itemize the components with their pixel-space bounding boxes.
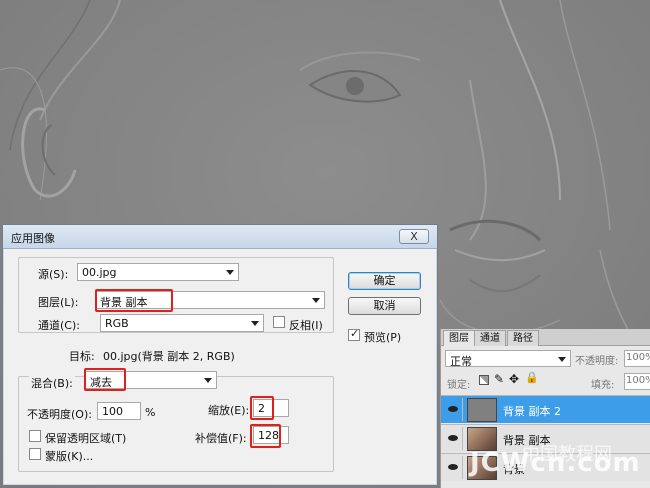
eye-icon[interactable] [443,456,463,479]
target-label: 目标: [69,350,95,363]
invert-checkbox[interactable] [273,316,285,328]
lock-label: 锁定: [447,380,471,391]
lock-brush-icon[interactable]: ✎ [494,372,504,386]
layer-opacity-label: 不透明度: [575,356,619,367]
channel-select[interactable]: RGB [100,314,264,332]
blend-mode-select[interactable]: 正常 [445,350,571,368]
blending-highlight [84,368,126,391]
lock-move-icon[interactable]: ✥ [509,372,519,386]
eye-icon[interactable] [443,398,463,421]
fill-value: 100% [626,375,650,386]
chevron-down-icon [558,357,566,362]
chevron-down-icon [204,378,212,383]
scale-label: 缩放(E): [208,404,250,417]
layer-highlight [95,289,173,312]
source-select[interactable]: 00.jpg [77,263,239,281]
channel-value: RGB [105,317,129,330]
opacity-label: 不透明度(O): [27,408,92,421]
lock-all-icon[interactable]: 🔒 [525,371,539,384]
channel-label: 通道(C): [38,319,80,332]
layer-name: 背景 副本 2 [503,405,561,418]
cancel-button[interactable]: 取消 [348,297,421,315]
panel-tabs: 图层 通道 路径 [441,329,650,346]
eye-icon[interactable] [443,427,463,450]
opacity-unit: % [145,406,156,419]
offset-label: 补偿值(F): [195,432,247,445]
fill-label: 填充: [591,380,615,391]
tab-layers[interactable]: 图层 [443,330,475,346]
preview-checkbox[interactable] [348,327,360,341]
chevron-down-icon [312,298,320,303]
source-label: 源(S): [38,268,69,281]
tab-channels[interactable]: 通道 [474,330,506,346]
lock-transparent-icon[interactable] [479,375,489,385]
mask-label: 蒙版(K)... [45,450,94,463]
watermark-logo: JCWcn.com [470,448,641,478]
chevron-down-icon [226,270,234,275]
close-button[interactable]: X [399,229,429,244]
offset-highlight [250,424,281,448]
blending-label: 混合(B): [29,375,75,391]
layer-row[interactable]: 背景 副本 2 [441,395,650,423]
fill-input[interactable]: 100% [624,373,650,390]
scale-highlight [250,396,274,420]
dialog-title: 应用图像 [11,232,55,245]
target-value: 00.jpg(背景 副本 2, RGB) [103,350,235,363]
preserve-transparency-checkbox[interactable] [29,430,41,442]
source-value: 00.jpg [82,266,117,279]
layer-thumbnail [467,398,497,422]
layer-opacity-input[interactable]: 100% [624,350,650,367]
mask-checkbox[interactable] [29,448,41,460]
layer-label: 图层(L): [38,296,79,309]
preserve-transparency-label: 保留透明区域(T) [45,432,127,445]
ok-button[interactable]: 确定 [348,272,421,290]
blend-mode-value: 正常 [450,355,472,368]
layer-opacity-value: 100% [626,352,650,363]
apply-image-dialog: 应用图像 X 源(S): 00.jpg 图层(L): 背景 副本 通道(C): … [2,224,438,486]
dialog-titlebar[interactable]: 应用图像 X [3,225,437,249]
chevron-down-icon [251,321,259,326]
preview-label: 预览(P) [364,331,402,344]
tab-paths[interactable]: 路径 [507,330,539,346]
opacity-input[interactable]: 100 [97,402,141,420]
opacity-value: 100 [102,405,123,418]
invert-label: 反相(I) [289,319,323,332]
